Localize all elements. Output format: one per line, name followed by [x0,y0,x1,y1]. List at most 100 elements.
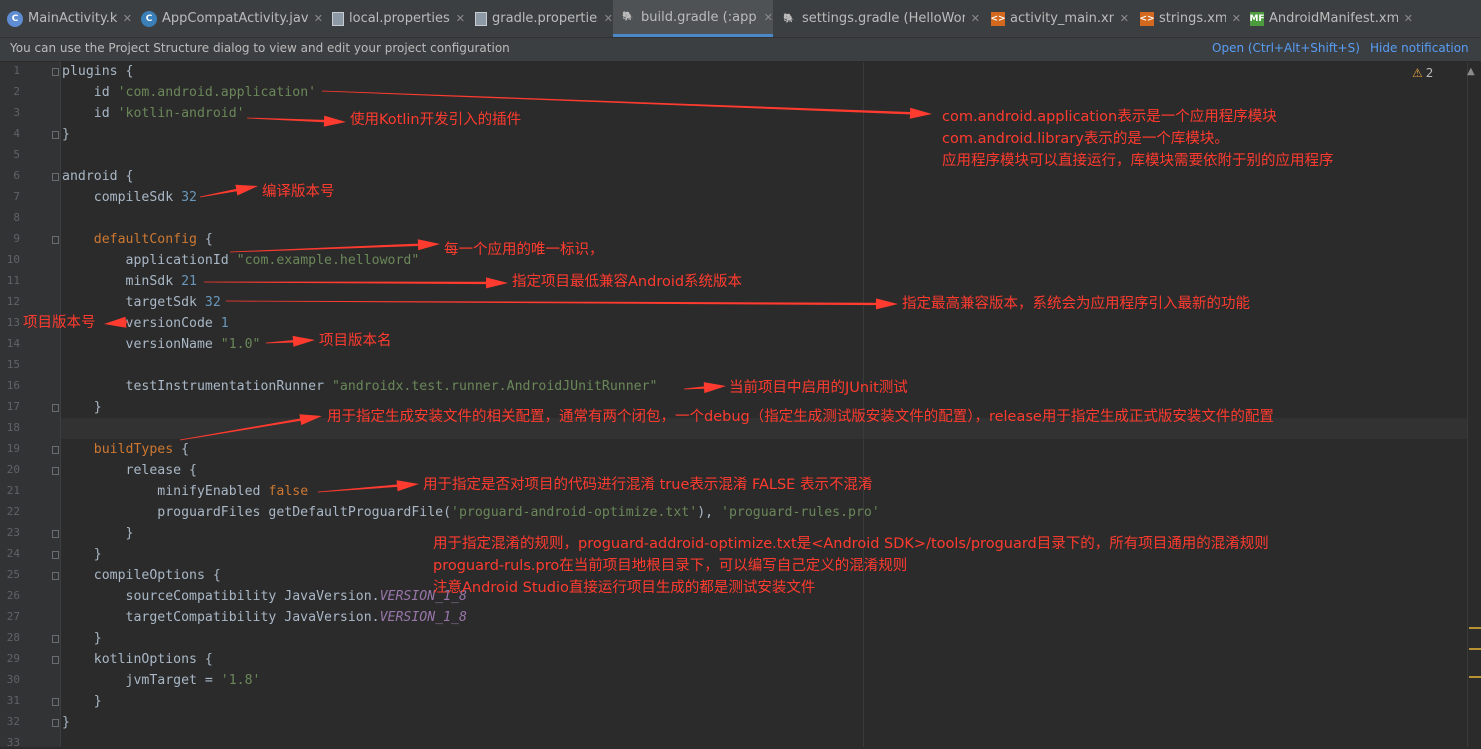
line-number-gutter[interactable]: 1 2 3 4 5 6 7 8 9 10 11 12 13 14 15 16 17 18 19 20 21 22 23 24 2… [0,62,61,749]
fold-marker-icon[interactable] [52,551,59,559]
code-token: proguardFiles getDefaultProguardFile( [62,505,452,520]
fold-marker-icon[interactable] [52,635,59,643]
inspection-widget[interactable]: ⚠ 2 [1412,66,1433,80]
line-number: 22 [6,505,20,518]
close-icon[interactable]: ✕ [314,12,323,25]
tab-local-properties[interactable]: local.properties ✕ [325,0,466,37]
error-stripe-mark[interactable] [1469,627,1481,629]
code-line: versionName "1.0" [62,334,261,355]
fold-marker-icon[interactable] [52,131,59,139]
annotation-min-sdk: 指定项目最低兼容Android系统版本 [512,274,743,290]
code-line: } [62,691,102,712]
code-line: targetCompatibility JavaVersion.VERSION_… [62,607,467,628]
line-number: 29 [6,652,20,665]
annotation-compile-sdk: 编译版本号 [262,184,335,200]
tab-strings-xml[interactable]: <> strings.xml ✕ [1133,0,1241,37]
code-token: } [62,526,134,541]
code-token: "com.example.helloword" [236,253,420,268]
tab-gradle-properties[interactable]: gradle.properties ✕ [468,0,613,37]
fold-marker-icon[interactable] [52,173,59,181]
annotation-version-code: 项目版本号 [23,315,96,331]
code-token: targetCompatibility JavaVersion. [62,610,380,625]
close-icon[interactable]: ✕ [1404,12,1413,25]
close-icon[interactable]: ✕ [1232,12,1241,25]
fold-marker-icon[interactable] [52,446,59,454]
close-icon[interactable]: ✕ [1120,12,1129,25]
code-line: compileOptions { [62,565,221,586]
code-token: plugins { [62,64,134,79]
code-token: } [62,547,102,562]
line-number: 5 [13,148,20,161]
code-token: compileOptions { [62,568,221,583]
fold-marker-icon[interactable] [52,698,59,706]
close-icon[interactable]: ✕ [456,12,465,25]
annotation-target-sdk: 指定最高兼容版本，系统会为应用程序引入最新的功能 [902,296,1250,312]
code-token: } [62,631,102,646]
close-icon[interactable]: ✕ [123,12,132,25]
fold-marker-icon[interactable] [52,530,59,538]
right-margin-guide [863,62,864,747]
code-token: defaultConfig [93,232,197,247]
open-project-structure-link[interactable]: Open (Ctrl+Alt+Shift+S) [1212,41,1360,55]
tab-label: activity_main.xml [1010,11,1114,26]
close-icon[interactable]: ✕ [971,12,980,25]
hide-notification-link[interactable]: Hide notification [1370,41,1469,55]
code-token: "1.0" [220,337,261,352]
code-token: targetSdk [62,295,205,310]
line-number: 21 [6,484,20,497]
tab-label: MainActivity.kt [28,11,117,26]
line-number: 12 [6,295,20,308]
code-token: } [62,127,70,142]
code-line: } [62,523,134,544]
line-number: 25 [6,568,20,581]
fold-marker-icon[interactable] [52,572,59,580]
code-token: applicationId [62,253,237,268]
tab-build-gradle-app[interactable]: 🐘 build.gradle (:app) ✕ [613,0,773,37]
fold-marker-icon[interactable] [52,404,59,412]
tab-label: AppCompatActivity.java [162,11,308,26]
line-number: 15 [6,358,20,371]
code-token: '1.8' [220,673,261,688]
editor-tab-bar: C MainActivity.kt ✕ C AppCompatActivity.… [0,0,1481,38]
line-number: 14 [6,337,20,350]
line-number: 33 [6,736,20,749]
code-line: id 'com.android.application' [62,82,316,103]
annotation-proguard-1: 用于指定混淆的规则，proguard-addroid-optimize.txt是… [433,536,1269,552]
tab-settings-gradle[interactable]: 🐘 settings.gradle (HelloWord) ✕ [774,0,980,37]
code-token: } [62,400,102,415]
code-line: sourceCompatibility JavaVersion.VERSION_… [62,586,467,607]
fold-marker-icon[interactable] [52,719,59,727]
line-number: 8 [13,211,20,224]
code-line: } [62,712,70,733]
tab-androidmanifest-xml[interactable]: MF AndroidManifest.xml ✕ [1243,0,1413,37]
error-stripe-mark[interactable] [1469,676,1481,678]
annotation-proguard-2: proguard-ruls.pro在当前项目地根目录下，可以编写自己定义的混淆规… [433,558,908,574]
tab-mainactivity-kt[interactable]: C MainActivity.kt ✕ [0,0,132,37]
tab-appcompatactivity-java[interactable]: C AppCompatActivity.java ✕ [134,0,323,37]
tab-label: AndroidManifest.xml [1269,11,1398,26]
gradle-elephant-icon: 🐘 [622,12,634,22]
line-number: 16 [6,379,20,392]
code-line: jvmTarget = '1.8' [62,670,261,691]
line-number: 24 [6,547,20,560]
notification-message: You can use the Project Structure dialog… [10,41,510,55]
annotation-app-module-1: com.android.application表示是一个应用程序模块 [942,109,1277,125]
code-token: buildTypes [93,442,174,457]
tab-label: settings.gradle (HelloWord) [802,11,965,26]
tab-label: build.gradle (:app) [641,9,758,25]
close-icon[interactable]: ✕ [604,12,613,25]
tab-activity-main-xml[interactable]: <> activity_main.xml ✕ [984,0,1129,37]
fold-marker-icon[interactable] [52,68,59,76]
annotation-version-name: 项目版本名 [319,333,392,349]
error-stripe-mark[interactable] [1469,648,1481,650]
fold-marker-icon[interactable] [52,656,59,664]
fold-marker-icon[interactable] [52,467,59,475]
editor-scroll-marker-bar[interactable] [1467,62,1481,747]
code-line: applicationId "com.example.helloword" [62,250,420,271]
code-line: targetSdk 32 [62,292,221,313]
fold-marker-icon[interactable] [52,236,59,244]
code-token: } [62,694,102,709]
tab-label: strings.xml [1159,11,1226,26]
chevron-up-icon[interactable]: ▲ [1467,66,1475,77]
close-icon[interactable]: ✕ [764,11,773,24]
